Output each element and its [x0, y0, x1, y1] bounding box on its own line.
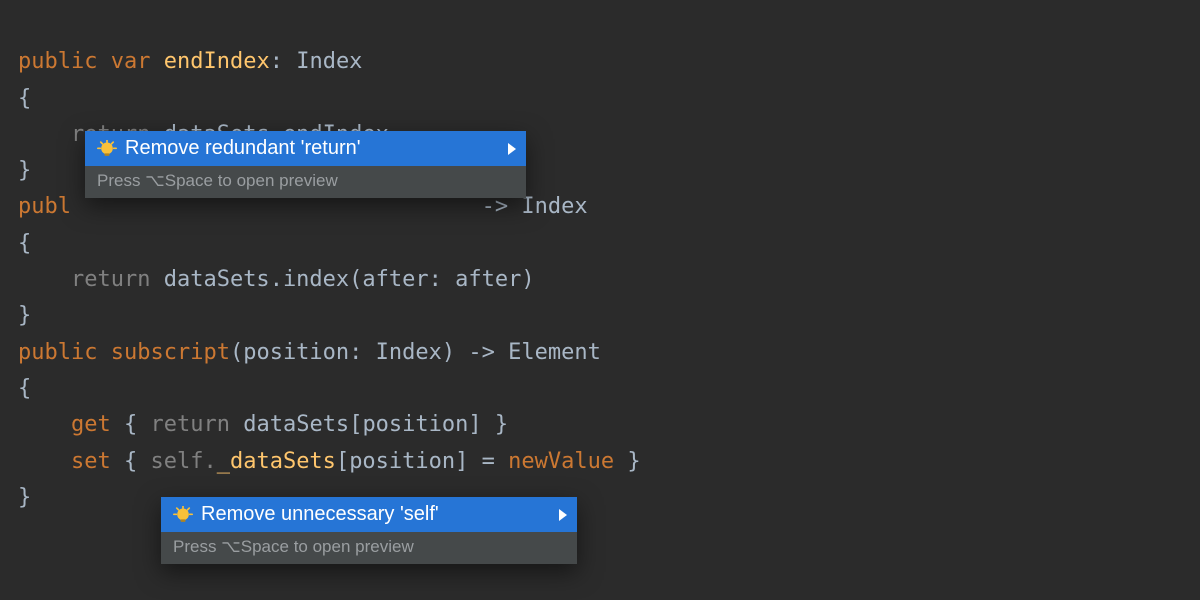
lightbulb-icon: [97, 140, 115, 158]
keyword-var: var: [111, 49, 151, 74]
keyword-set: set: [71, 449, 111, 474]
keyword-return: return: [71, 267, 150, 292]
intention-action-remove-self[interactable]: Remove unnecessary 'self': [161, 497, 577, 532]
brace: {: [18, 86, 31, 111]
code-line: public var endIndex: Index: [18, 49, 362, 74]
keyword-public: public: [18, 49, 97, 74]
keyword-subscript: subscript: [111, 340, 230, 365]
intention-label: Remove unnecessary 'self': [201, 503, 439, 526]
intention-action-remove-return[interactable]: Remove redundant 'return': [85, 131, 526, 166]
submenu-arrow-icon: [508, 143, 516, 155]
intention-popup-return: Remove redundant 'return' Press ⌥Space t…: [85, 131, 526, 198]
submenu-arrow-icon: [559, 509, 567, 521]
self-reference: self: [150, 449, 203, 474]
keyword-public: public: [18, 340, 97, 365]
keyword-get: get: [71, 412, 111, 437]
identifier: endIndex: [164, 49, 270, 74]
type: Index: [296, 49, 362, 74]
keyword-return: return: [150, 412, 229, 437]
code-editor[interactable]: public var endIndex: Index { return data…: [0, 0, 1200, 524]
keyword-newvalue: newValue: [508, 449, 614, 474]
lightbulb-icon: [173, 506, 191, 524]
intention-popup-self: Remove unnecessary 'self' Press ⌥Space t…: [161, 497, 577, 564]
keyword-public-partial: publ: [18, 194, 71, 219]
preview-hint: Press ⌥Space to open preview: [161, 532, 577, 564]
intention-label: Remove redundant 'return': [125, 137, 361, 160]
preview-hint: Press ⌥Space to open preview: [85, 166, 526, 198]
